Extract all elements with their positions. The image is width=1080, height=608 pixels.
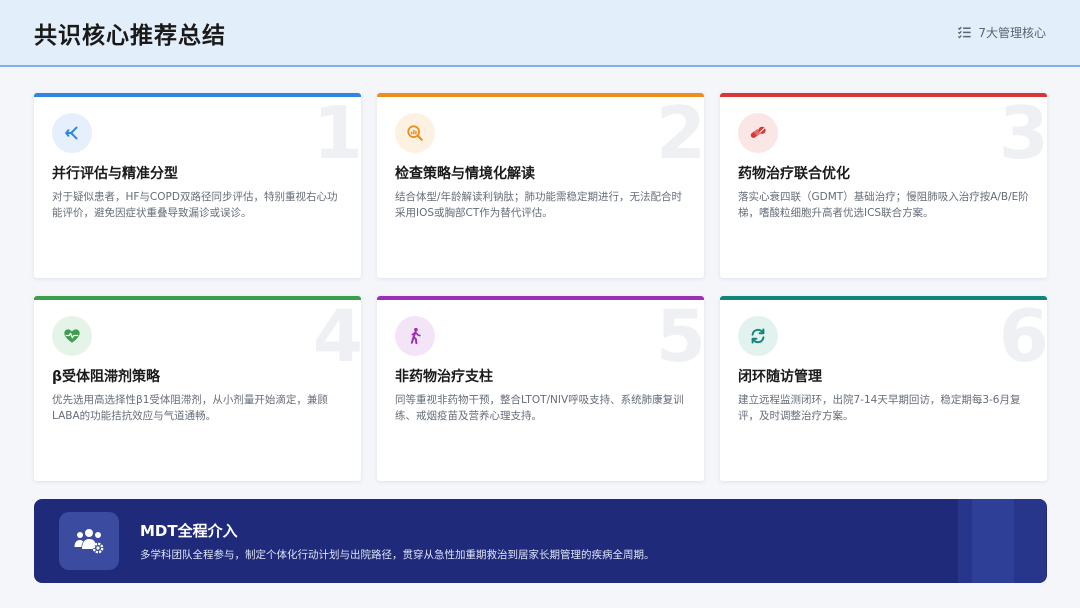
- card-description: 优先选用高选择性β1受体阻滞剂，从小剂量开始滴定，兼顾LABA的功能拮抗效应与气…: [52, 394, 328, 422]
- card-parallel-assessment: 1 并行评估与精准分型 对于疑似患者，HF与COPD双路径同步评估，特别重视右心…: [34, 93, 361, 278]
- checklist-icon: [958, 26, 971, 39]
- card-icon-circle: [738, 113, 778, 153]
- mdt-banner: MDT全程介入 多学科团队全程参与，制定个体化行动计划与出院路径，贯穿从急性加重…: [34, 499, 1047, 583]
- card-description: 对于疑似患者，HF与COPD双路径同步评估，特别重视右心功能评价，避免因症状重叠…: [52, 191, 338, 219]
- card-number: 5: [655, 296, 704, 378]
- mdt-description: 多学科团队全程参与，制定个体化行动计划与出院路径，贯穿从急性加重期救治到居家长期…: [140, 549, 655, 561]
- card-icon-circle: [395, 113, 435, 153]
- mdt-title: MDT全程介入: [140, 522, 238, 540]
- card-non-drug-therapy: 5 非药物治疗支柱 同等重视非药物干预，整合LTOT/NIV呼吸支持、系统肺康复…: [377, 296, 704, 481]
- card-title: 并行评估与精准分型: [52, 166, 178, 182]
- mdt-icon-box: [59, 512, 119, 570]
- card-drug-therapy: 3 药物治疗联合优化 落实心衰四联（GDMT）基础治疗；慢阻肺吸入治疗按A/B/…: [720, 93, 1047, 278]
- split-path-icon: [64, 126, 78, 140]
- card-icon-circle: [52, 316, 92, 356]
- page-header: 共识核心推荐总结 7大管理核心: [0, 0, 1080, 67]
- card-beta-blocker: 4 β受体阻滞剂策略 优先选用高选择性β1受体阻滞剂，从小剂量开始滴定，兼顾LA…: [34, 296, 361, 481]
- card-description: 建立远程监测闭环，出院7-14天早期回访，稳定期每3-6月复评，及时调整治疗方案…: [738, 394, 1021, 422]
- header-badge: 7大管理核心: [957, 24, 1046, 41]
- card-number: 4: [312, 296, 361, 378]
- refresh-cycle-icon: [751, 328, 765, 344]
- page-title: 共识核心推荐总结: [34, 23, 226, 49]
- team-gear-icon: [74, 529, 104, 554]
- card-title: 检查策略与情境化解读: [395, 166, 535, 182]
- search-chart-icon: [407, 125, 423, 141]
- card-number: 6: [998, 296, 1047, 378]
- card-follow-up: 6 闭环随访管理 建立远程监测闭环，出院7-14天早期回访，稳定期每3-6月复评…: [720, 296, 1047, 481]
- card-title: 闭环随访管理: [738, 369, 822, 385]
- card-icon-circle: [738, 316, 778, 356]
- card-description: 落实心衰四联（GDMT）基础治疗；慢阻肺吸入治疗按A/B/E阶梯，嗜酸粒细胞升高…: [738, 191, 1029, 219]
- card-title: 非药物治疗支柱: [395, 369, 493, 385]
- pills-icon: [750, 126, 766, 138]
- card-icon-circle: [395, 316, 435, 356]
- walking-person-icon: [410, 327, 421, 345]
- card-description: 同等重视非药物干预，整合LTOT/NIV呼吸支持、系统肺康复训练、戒烟疫苗及营养…: [395, 394, 684, 422]
- card-number: 3: [998, 93, 1047, 175]
- card-title: 药物治疗联合优化: [738, 166, 850, 182]
- banner-decoration: [972, 499, 1014, 583]
- card-icon-circle: [52, 113, 92, 153]
- card-number: 2: [655, 93, 704, 175]
- heart-pulse-icon: [64, 329, 80, 343]
- card-title: β受体阻滞剂策略: [52, 369, 161, 385]
- card-number: 1: [312, 93, 361, 175]
- header-badge-text: 7大管理核心: [978, 26, 1046, 40]
- card-description: 结合体型/年龄解读利钠肽；肺功能需稳定期进行，无法配合时采用IOS或胸部CT作为…: [395, 191, 683, 219]
- card-exam-strategy: 2 检查策略与情境化解读 结合体型/年龄解读利钠肽；肺功能需稳定期进行，无法配合…: [377, 93, 704, 278]
